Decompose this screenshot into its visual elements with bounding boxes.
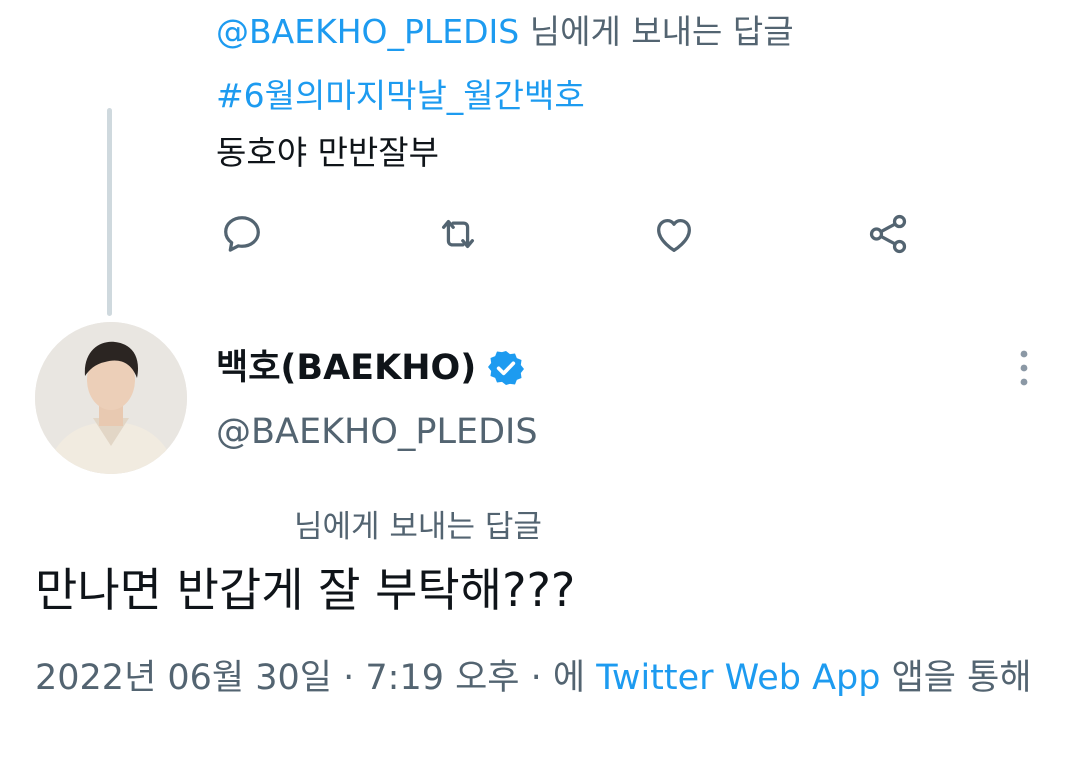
reply-button[interactable]: [216, 208, 268, 260]
separator: ·: [519, 658, 553, 698]
mention-link[interactable]: @BAEKHO_PLEDIS: [216, 12, 519, 51]
share-icon: [869, 214, 907, 254]
tweet-date[interactable]: 2022년 06월 30일: [35, 658, 332, 698]
retweet-button[interactable]: [432, 208, 484, 260]
source-link[interactable]: Twitter Web App: [596, 658, 880, 698]
avatar[interactable]: [35, 322, 187, 474]
heart-icon: [657, 218, 691, 252]
reply-icon: [224, 216, 260, 252]
profile-photo: [35, 322, 187, 474]
hashtag-link[interactable]: #6월의마지막날_월간백호: [216, 74, 585, 118]
retweet-icon: [441, 219, 475, 249]
display-name[interactable]: 백호(BAEKHO): [216, 344, 476, 392]
like-button[interactable]: [648, 208, 700, 260]
more-vertical-icon: [1020, 350, 1028, 386]
display-name-row: 백호(BAEKHO): [216, 344, 526, 392]
verified-badge-icon: [488, 351, 525, 385]
more-options-button[interactable]: [1004, 348, 1044, 388]
via-suffix: 앱을 통해: [880, 658, 1032, 698]
tweet-text: 동호야 만반잘부: [216, 133, 440, 172]
reply-to-line: @BAEKHO_PLEDIS 님에게 보내는 답글: [216, 10, 794, 54]
reply-to-label: 님에게 보내는 답글: [294, 509, 542, 545]
main-tweet-text: 만나면 반갑게 잘 부탁해???: [35, 563, 576, 617]
reply-to-label: 님에게 보내는 답글: [519, 12, 794, 51]
separator: ·: [332, 658, 366, 698]
via-prefix: 에: [552, 658, 597, 698]
handle[interactable]: @BAEKHO_PLEDIS: [216, 408, 538, 456]
tweet-metadata: 2022년 06월 30일 · 7:19 오후 · 에 Twitter Web …: [35, 652, 1045, 704]
share-button[interactable]: [862, 208, 914, 260]
thread-line: [107, 108, 112, 316]
tweet-time[interactable]: 7:19 오후: [365, 658, 519, 698]
